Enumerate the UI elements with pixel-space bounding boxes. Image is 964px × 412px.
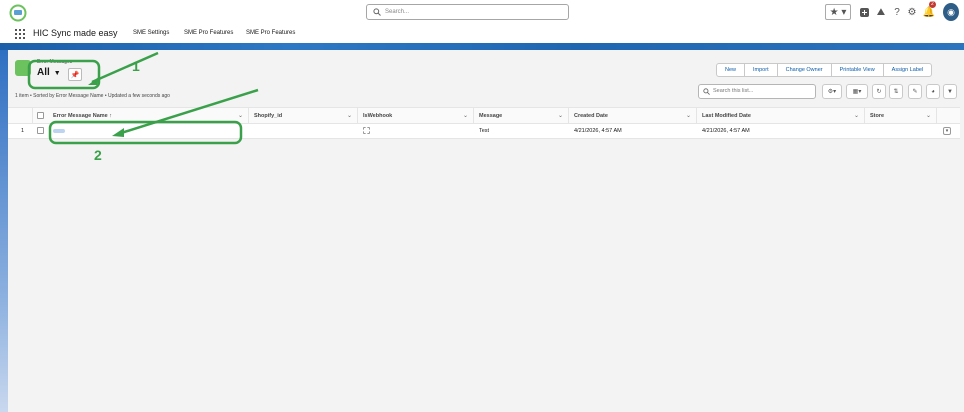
column-header-last-modified-date[interactable]: Last Modified Date ⌄ [697,108,865,124]
column-header-message[interactable]: Message ⌄ [474,108,569,124]
nav-item-sme-pro-features-2[interactable]: SME Pro Features [246,30,295,36]
sort-icon: ⇅ [893,89,899,95]
sort-button[interactable]: ⇅ [889,84,903,99]
row-actions-menu[interactable]: ▾ [943,127,951,135]
favorites-star-icon[interactable]: ★ ▾ [825,4,851,20]
printable-view-button[interactable]: Printable View [830,64,883,76]
row-number: 1 [21,128,25,134]
refresh-button[interactable]: ↻ [872,84,886,99]
global-search-placeholder: Search... [385,9,410,15]
list-view-selector[interactable]: All ▼ [37,67,61,78]
row-select-checkbox[interactable] [37,127,44,134]
notifications-bell-icon[interactable]: 🔔 2 [923,1,936,20]
pencil-icon: ✎ [912,89,918,95]
pin-list-view-button[interactable]: 📌 [68,68,82,81]
chevron-down-icon: ▼ [53,70,61,77]
left-decor-strip [0,50,8,412]
display-as-button[interactable]: ▦▾ [846,84,868,99]
app-launcher-icon[interactable] [15,29,25,39]
chevron-down-icon[interactable]: ⌄ [463,108,468,124]
error-message-name-link[interactable] [48,124,249,138]
global-search-input[interactable]: Search... [366,4,569,20]
table-icon: ▦▾ [852,89,862,95]
search-icon [703,88,710,95]
assign-label-button[interactable]: Assign Label [882,64,932,76]
table-header: Error Message Name ↑ ⌄ Shopify_id ⌄ IsWebh… [8,107,960,124]
list-search-placeholder: Search this list... [713,88,754,94]
object-label: Error Messages [37,59,73,65]
trailhead-icon[interactable]: ⛰ [875,4,887,20]
filter-icon: ▼ [947,88,953,95]
help-icon[interactable]: ? [892,4,902,20]
store-cell [865,124,937,138]
setup-gear-icon[interactable]: ⚙ [907,4,917,20]
annotation-number-2: 2 [94,147,102,163]
nav-item-sme-pro-features[interactable]: SME Pro Features [184,30,233,36]
gear-icon: ⚙▾ [827,89,837,95]
annotation-number-1: 1 [132,58,140,74]
shopify-id-cell [249,124,358,138]
app-name: HIC Sync made easy [33,28,118,38]
created-date-cell: 4/21/2026, 4:57 AM [574,128,622,134]
filter-button[interactable]: ▼ [943,84,957,99]
nav-item-sme-settings[interactable]: SME Settings [133,30,169,36]
chevron-down-icon[interactable]: ⌄ [558,108,563,124]
table-row: 1 Test 4/21/2026, 4:57 AM 4/21/2026, 4:5… [8,124,960,139]
refresh-icon: ↻ [876,89,882,95]
global-header: Search... ★ ▾ ⛰ ? ⚙ 🔔 2 ◉ [0,0,964,26]
header-band [0,43,964,50]
chevron-down-icon[interactable]: ⌄ [347,108,352,124]
search-icon [373,8,381,16]
column-header-iswebhook[interactable]: IsWebhook ⌄ [358,108,474,124]
row-number-header [8,108,33,124]
list-actions-group: New Import Change Owner Printable View A… [716,63,933,77]
chevron-down-icon: ▾ [945,128,949,134]
new-button[interactable]: New [717,64,744,76]
import-button[interactable]: Import [744,64,777,76]
chevron-down-icon[interactable]: ⌄ [686,108,691,124]
list-search-input[interactable]: Search this list... [698,84,816,99]
list-view-controls-button[interactable]: ⚙▾ [822,84,842,99]
message-cell: Test [479,128,490,134]
chevron-down-icon[interactable]: ⌄ [238,108,243,124]
notification-badge: 2 [929,1,936,8]
redacted-name [53,128,65,133]
global-actions-icon[interactable] [858,4,870,20]
column-header-error-message-name[interactable]: Error Message Name ↑ ⌄ [48,108,249,124]
main-content [8,50,964,412]
pin-icon: 📌 [70,71,80,79]
charts-button[interactable]: ◕ [926,84,940,99]
app-logo-icon[interactable] [8,4,28,22]
last-modified-date-cell: 4/21/2026, 4:57 AM [702,128,750,134]
change-owner-button[interactable]: Change Owner [776,64,831,76]
chevron-down-icon[interactable]: ⌄ [854,108,859,124]
chevron-down-icon[interactable]: ⌄ [926,108,931,124]
avatar-icon[interactable]: ◉ [943,3,959,21]
column-header-created-date[interactable]: Created Date ⌄ [569,108,697,124]
error-message-object-icon [15,60,31,76]
edit-list-button[interactable]: ✎ [908,84,922,99]
select-all-checkbox[interactable] [37,112,44,119]
pie-chart-icon: ◕ [931,88,935,95]
iswebhook-checkbox [363,127,370,134]
list-meta-info: 1 item • Sorted by Error Message Name • … [15,93,170,99]
list-view-name: All [37,67,50,78]
column-header-shopify-id[interactable]: Shopify_id ⌄ [249,108,358,124]
column-header-store[interactable]: Store ⌄ [865,108,937,124]
